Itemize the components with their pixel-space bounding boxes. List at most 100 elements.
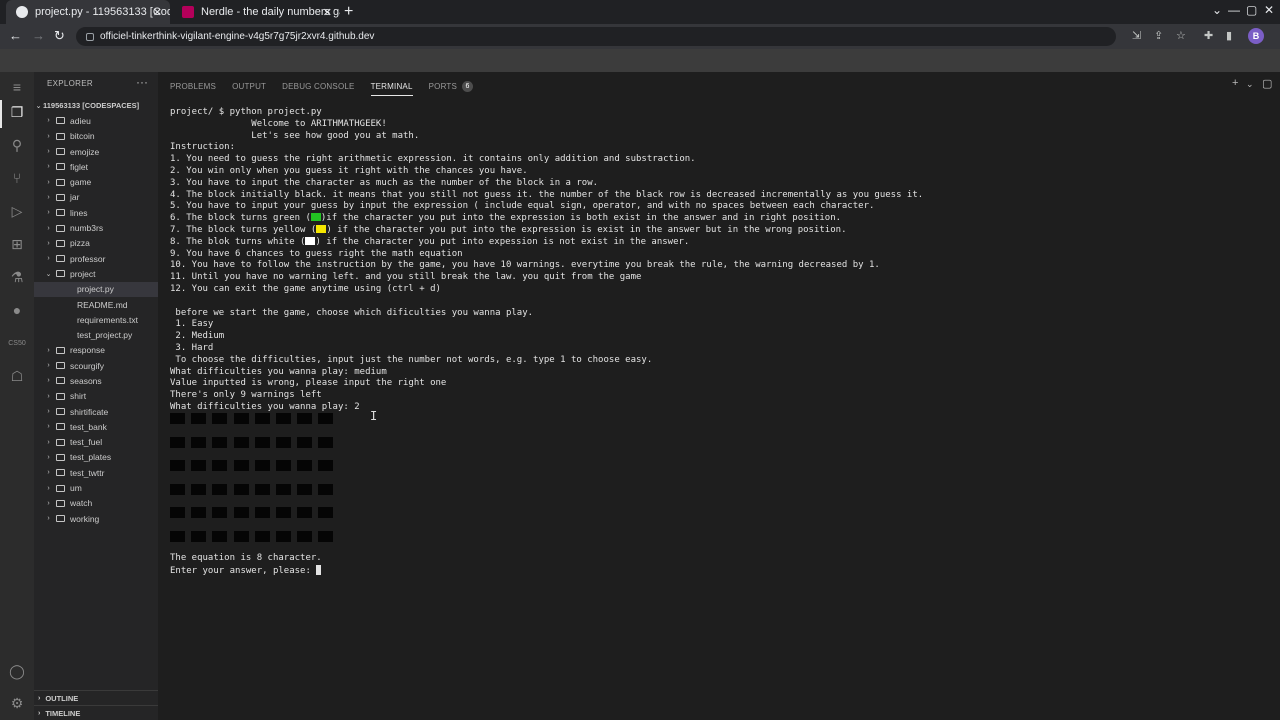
terminal-prompt-area[interactable]: The equation is 8 character. Enter your a… <box>170 553 1270 577</box>
cs50-icon[interactable]: CS50 <box>8 334 26 352</box>
remote-explorer-icon[interactable]: ☖ <box>8 367 26 385</box>
bookmark-star-icon[interactable]: ☆ <box>1176 29 1186 42</box>
tree-item-label: emojize <box>70 146 100 157</box>
chevron-right-icon: › <box>47 255 50 263</box>
outline-section[interactable]: › OUTLINE <box>34 690 158 705</box>
folder-item[interactable]: › figlet <box>34 159 158 174</box>
explorer-icon[interactable]: ❐ <box>8 103 26 121</box>
new-terminal-icon[interactable]: + <box>1232 77 1238 89</box>
close-tab-icon[interactable]: ✕ <box>153 6 162 19</box>
black-block <box>212 460 228 472</box>
tree-item-label: requirements.txt <box>77 314 138 325</box>
source-control-icon[interactable]: ⑂ <box>8 169 26 187</box>
settings-gear-icon[interactable]: ⚙ <box>8 694 26 712</box>
folder-icon <box>56 178 65 186</box>
tree-item-label: watch <box>70 498 93 509</box>
folder-item[interactable]: › lines <box>34 205 158 220</box>
folder-item[interactable]: › test_bank <box>34 419 158 434</box>
folder-item[interactable]: › emojize <box>34 144 158 159</box>
search-icon[interactable]: ⚲ <box>8 136 26 154</box>
tab-search-icon[interactable]: ⌄ <box>1212 3 1222 17</box>
folder-item[interactable]: › shirtificate <box>34 404 158 419</box>
forward-icon[interactable]: → <box>32 28 45 43</box>
folder-item[interactable]: › jar <box>34 190 158 205</box>
tab-title: project.py - 119563133 [Codesp <box>35 6 170 18</box>
workspace-root[interactable]: ⌄ 119563133 [CODESPACES] <box>34 98 158 113</box>
chevron-right-icon: › <box>47 453 50 461</box>
timeline-section[interactable]: › TIMELINE <box>34 705 158 720</box>
folder-item[interactable]: › test_fuel <box>34 435 158 450</box>
extensions-icon[interactable]: ⊞ <box>8 235 26 253</box>
share-icon[interactable]: ⇪ <box>1154 29 1163 42</box>
folder-item[interactable]: › um <box>34 480 158 495</box>
extensions-icon[interactable]: ✚ <box>1204 29 1213 42</box>
folder-item[interactable]: › pizza <box>34 236 158 251</box>
terminal-line: 10. You have to follow the instruction b… <box>170 260 1270 272</box>
folder-item-open[interactable]: ⌄ project <box>34 266 158 281</box>
folder-item[interactable]: › seasons <box>34 373 158 388</box>
file-item[interactable]: test_project.py <box>34 327 158 342</box>
black-block <box>191 436 207 448</box>
chevron-down-icon[interactable]: ⌄ <box>1246 79 1254 90</box>
tab-ports[interactable]: PORTS 6 <box>429 78 474 94</box>
chevron-right-icon: › <box>47 224 50 232</box>
tab-debug-console[interactable]: DEBUG CONSOLE <box>282 78 354 94</box>
black-block <box>275 413 291 424</box>
file-item[interactable]: README.md <box>34 297 158 312</box>
chevron-right-icon: › <box>47 469 50 477</box>
minimize-icon[interactable]: — <box>1228 3 1240 17</box>
folder-item[interactable]: › response <box>34 343 158 358</box>
testing-icon[interactable]: ⚗ <box>8 268 26 286</box>
file-item[interactable]: project.py <box>34 281 158 297</box>
tab-title: Nerdle - the daily numbers game <box>201 6 340 18</box>
github-icon[interactable]: ● <box>8 301 26 319</box>
chevron-down-icon: ⌄ <box>45 270 52 278</box>
folder-item[interactable]: › bitcoin <box>34 129 158 144</box>
folder-item[interactable]: › game <box>34 174 158 189</box>
tab-problems[interactable]: PROBLEMS <box>170 78 216 94</box>
terminal-line: Value inputted is wrong, please input th… <box>170 378 1270 390</box>
folder-icon <box>56 392 65 400</box>
folder-item[interactable]: › test_twttr <box>34 465 158 480</box>
menu-icon[interactable]: ≡ <box>8 78 26 96</box>
maximize-icon[interactable]: ▢ <box>1246 3 1257 17</box>
browser-tab-nerdle[interactable]: Nerdle - the daily numbers game ✕ <box>172 0 340 24</box>
black-block <box>297 530 313 542</box>
run-debug-icon[interactable]: ▷ <box>8 202 26 220</box>
folder-item[interactable]: › test_plates <box>34 450 158 465</box>
close-window-icon[interactable]: ✕ <box>1264 3 1274 17</box>
tab-output[interactable]: OUTPUT <box>232 78 266 94</box>
folder-item[interactable]: › adieu <box>34 113 158 128</box>
folder-item[interactable]: › numb3rs <box>34 220 158 235</box>
accounts-icon[interactable]: ◯ <box>8 662 26 680</box>
folder-item[interactable]: › professor <box>34 251 158 266</box>
panel-tabs: PROBLEMS OUTPUT DEBUG CONSOLE TERMINAL P… <box>170 78 489 96</box>
reload-icon[interactable]: ↻ <box>54 28 65 44</box>
install-app-icon[interactable]: ⇲ <box>1132 29 1141 42</box>
folder-item[interactable]: › working <box>34 511 158 526</box>
terminal-output[interactable]: project/ $ python project.py Welcome to … <box>170 107 1270 414</box>
profile-avatar[interactable]: B <box>1248 28 1264 44</box>
folder-item[interactable]: › shirt <box>34 389 158 404</box>
ports-count-badge: 6 <box>462 80 474 92</box>
folder-icon <box>56 148 65 156</box>
black-block <box>254 483 270 495</box>
browser-tab-codespace[interactable]: project.py - 119563133 [Codesp ✕ <box>6 0 170 24</box>
folder-item[interactable]: › watch <box>34 496 158 511</box>
terminal-line: 7. The block turns yellow () if the char… <box>170 224 1270 237</box>
tree-item-label: test_project.py <box>77 330 133 341</box>
address-bar[interactable]: officiel-tinkerthink-vigilant-engine-v4g… <box>76 27 1116 46</box>
folder-item[interactable]: › scourgify <box>34 358 158 373</box>
tab-terminal[interactable]: TERMINAL <box>370 78 413 96</box>
black-block <box>191 483 207 495</box>
side-panel-icon[interactable]: ▮ <box>1226 29 1232 42</box>
maximize-panel-icon[interactable]: ▢ <box>1262 77 1272 90</box>
more-actions-icon[interactable]: ··· <box>136 75 148 89</box>
file-item[interactable]: requirements.txt <box>34 312 158 327</box>
black-block <box>275 460 291 472</box>
new-tab-icon[interactable]: + <box>344 3 353 21</box>
back-icon[interactable]: ← <box>9 28 22 43</box>
black-block <box>297 507 313 519</box>
tree-item-label: response <box>70 345 105 356</box>
close-tab-icon[interactable]: ✕ <box>323 6 332 19</box>
